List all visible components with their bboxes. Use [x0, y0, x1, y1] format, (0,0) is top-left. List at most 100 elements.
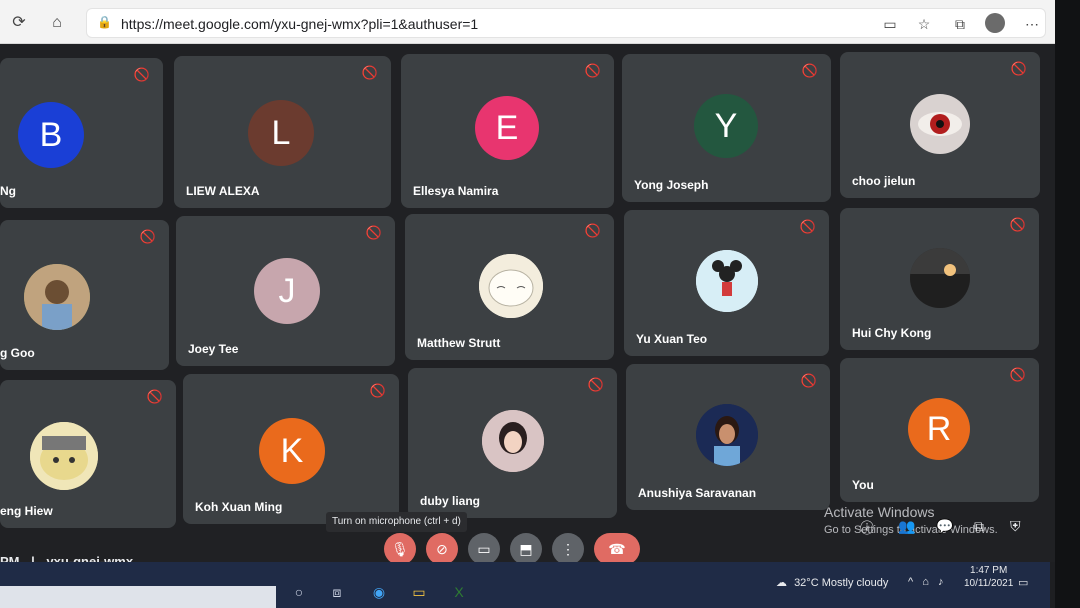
- participant-tile[interactable]: 🚫 Hui Chy Kong: [840, 208, 1039, 350]
- participant-name: You: [852, 478, 874, 492]
- avatar: J: [254, 258, 320, 324]
- mic-off-icon: 🚫: [587, 377, 605, 392]
- avatar-initial: K: [280, 431, 304, 470]
- participant-name: g Goo: [0, 346, 35, 360]
- more-vert-icon: ⋮: [561, 540, 575, 557]
- participant-tile[interactable]: 🚫 Matthew Strutt: [405, 214, 614, 360]
- participant-name: Koh Xuan Ming: [195, 500, 283, 514]
- search-box[interactable]: [0, 586, 276, 608]
- chevron-up-icon[interactable]: ^: [908, 576, 913, 588]
- participant-tile[interactable]: 🚫 L LIEW ALEXA: [174, 56, 391, 208]
- participant-name: Ng: [0, 184, 16, 198]
- participant-tile[interactable]: 🚫 Anushiya Saravanan: [626, 364, 830, 510]
- avatar-photo: [24, 264, 90, 330]
- notification-icon[interactable]: ▭: [1018, 576, 1028, 589]
- avatar-initial: L: [271, 113, 291, 152]
- volume-icon[interactable]: ♪: [938, 576, 944, 588]
- camera-toggle-button[interactable]: ⊘: [426, 533, 458, 565]
- mic-off-icon: 🚫: [133, 67, 151, 82]
- mic-off-icon: 🚫: [1009, 217, 1027, 232]
- mic-off-icon: 🚫: [365, 225, 383, 240]
- participant-name: Joey Tee: [188, 342, 239, 356]
- windows-taskbar: ○ ⧈ ◉ ▭ X ☁ 32°C Mostly cloudy ^ ⌂ ♪ 1:4…: [0, 562, 1050, 608]
- avatar-initial: Y: [714, 106, 738, 145]
- excel-icon[interactable]: X: [448, 584, 470, 606]
- avatar: B: [18, 102, 84, 168]
- avatar-initial: J: [278, 271, 296, 310]
- cortana-icon[interactable]: ○: [288, 584, 310, 606]
- tray-icons[interactable]: ^ ⌂ ♪: [908, 576, 943, 588]
- more-icon[interactable]: ⋯: [1021, 14, 1043, 34]
- participant-name: Hui Chy Kong: [852, 326, 932, 340]
- home-icon[interactable]: ⌂: [46, 12, 68, 34]
- avatar: R: [908, 398, 970, 460]
- participant-name: Yong Joseph: [634, 178, 709, 192]
- participant-tile[interactable]: 🚫 K Koh Xuan Ming: [183, 374, 399, 524]
- shield-icon[interactable]: ⛨: [1010, 518, 1021, 535]
- mic-off-icon: 🚫: [139, 229, 157, 244]
- collections-icon[interactable]: ⧉: [949, 14, 971, 34]
- participant-tile[interactable]: 🚫 J Joey Tee: [176, 216, 395, 366]
- network-icon[interactable]: ⌂: [922, 576, 929, 588]
- participant-name: Anushiya Saravanan: [638, 486, 757, 500]
- avatar: Y: [694, 94, 758, 158]
- profile-icon[interactable]: [985, 13, 1005, 33]
- participant-name: Ellesya Namira: [413, 184, 499, 198]
- file-explorer-icon[interactable]: ▭: [408, 584, 430, 606]
- participant-tile[interactable]: 🚫 eng Hiew: [0, 380, 176, 528]
- mic-off-icon: 🚫: [1009, 367, 1027, 382]
- mic-off-icon: 🚫: [146, 389, 164, 404]
- url-text[interactable]: https://meet.google.com/yxu-gnej-wmx?pli…: [121, 16, 478, 32]
- avatar: K: [259, 418, 325, 484]
- participant-tile[interactable]: 🚫 E Ellesya Namira: [401, 54, 614, 208]
- mic-off-icon: 🚫: [800, 373, 818, 388]
- participant-name: Matthew Strutt: [417, 336, 501, 350]
- screen-bezel: [1055, 0, 1080, 608]
- avatar: L: [248, 100, 314, 166]
- participant-tile[interactable]: 🚫 Y Yong Joseph: [622, 54, 831, 202]
- end-call-button[interactable]: ☎: [594, 533, 640, 565]
- avatar: E: [475, 96, 539, 160]
- avatar-photo: [696, 404, 758, 466]
- participant-tile[interactable]: 🚫 g Goo: [0, 220, 169, 370]
- mic-toggle-button[interactable]: 🎙: [384, 533, 416, 565]
- people-icon[interactable]: 👥: [898, 518, 915, 535]
- avatar-photo: [482, 410, 544, 472]
- captions-icon: ▭: [477, 540, 491, 557]
- participant-tile[interactable]: 🚫 Yu Xuan Teo: [624, 210, 829, 356]
- present-button[interactable]: ⬒: [510, 533, 542, 565]
- more-options-button[interactable]: ⋮: [552, 533, 584, 565]
- mic-off-icon: 🚫: [801, 63, 819, 78]
- avatar-photo: [30, 422, 98, 490]
- avatar-initial: B: [39, 115, 63, 154]
- camera-off-icon: ⊘: [436, 540, 448, 557]
- avatar-photo: [696, 250, 758, 312]
- meet-stage: 🚫 B Ng 🚫 L LIEW ALEXA 🚫 E Ellesya Namira…: [0, 44, 1055, 562]
- mic-off-icon: 🚫: [584, 223, 602, 238]
- task-view-icon[interactable]: ⧈: [326, 584, 348, 606]
- participant-tile[interactable]: 🚫 choo jielun: [840, 52, 1040, 198]
- address-bar[interactable]: 🔒 https://meet.google.com/yxu-gnej-wmx?p…: [86, 8, 1046, 38]
- weather-widget[interactable]: ☁ 32°C Mostly cloudy: [776, 576, 888, 589]
- captions-button[interactable]: ▭: [468, 533, 500, 565]
- mic-off-icon: 🚫: [361, 65, 379, 80]
- present-icon: ⬒: [519, 540, 533, 557]
- participant-tile[interactable]: 🚫 B Ng: [0, 58, 163, 208]
- mic-off-icon: 🎙: [391, 540, 409, 557]
- activities-icon[interactable]: ⧉: [974, 518, 984, 535]
- camera-icon[interactable]: ▭: [879, 14, 901, 34]
- system-clock[interactable]: 1:47 PM 10/11/2021: [964, 565, 1013, 589]
- edge-icon[interactable]: ◉: [368, 584, 390, 606]
- participant-name: duby liang: [420, 494, 480, 508]
- avatar-photo: [910, 94, 970, 154]
- participant-tile[interactable]: 🚫 R You: [840, 358, 1039, 502]
- info-icon[interactable]: ⓘ: [860, 518, 874, 538]
- mic-off-icon: 🚫: [369, 383, 387, 398]
- mic-off-icon: 🚫: [584, 63, 602, 78]
- star-add-icon[interactable]: ☆: [913, 14, 935, 34]
- chat-icon[interactable]: 💬: [936, 518, 953, 535]
- weather-text: 32°C Mostly cloudy: [794, 577, 889, 589]
- refresh-icon[interactable]: ⟳: [8, 12, 30, 34]
- participant-tile[interactable]: 🚫 duby liang: [408, 368, 617, 518]
- avatar-photo: [479, 254, 543, 318]
